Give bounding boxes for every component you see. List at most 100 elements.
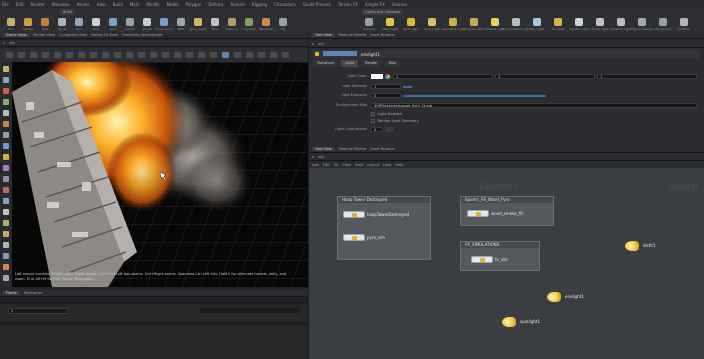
menu-item-texture[interactable]: Texture <box>230 2 245 7</box>
shelf-tool-circle[interactable]: Circle <box>123 18 137 32</box>
viewport-side-tool[interactable] <box>3 132 9 138</box>
network-editor[interactable]: Geometry Objects Hoop Tower Destroyed ho… <box>309 168 704 359</box>
shelf-tool-ambient-light[interactable]: Ambient Light <box>610 18 632 32</box>
tab-tools[interactable]: Tools <box>355 163 364 167</box>
viewport-side-tool[interactable] <box>3 165 9 171</box>
node-wood-smoke[interactable]: wood_smoke_fill <box>467 210 524 217</box>
menu-item-polygon[interactable]: Polygon <box>186 2 202 7</box>
shelf-tool-distant-light[interactable]: Distant Light <box>485 18 505 32</box>
viewport-tool-button[interactable] <box>210 52 217 58</box>
envmap-field[interactable]: $HIP/textures/sunset_field_2k.hdr <box>371 103 697 108</box>
light-enabled-checkbox[interactable]: ✓ <box>371 112 375 116</box>
shelf-tool-camera[interactable]: Camera <box>362 18 376 32</box>
viewport-tool-button[interactable] <box>246 52 253 58</box>
shelf-tool-spot-light[interactable]: Spot Light <box>403 18 419 32</box>
viewport-tool-button[interactable] <box>162 52 169 58</box>
shelf-tool-l-system[interactable]: L-System <box>242 18 256 32</box>
tab-add[interactable]: Add <box>312 163 319 167</box>
shelf-tab-right[interactable]: Lights and Cameras <box>362 9 403 15</box>
tab-geometry-spreadsheet[interactable]: Geometry Spreadsheet <box>122 33 163 37</box>
shelf-tool-gi-light[interactable]: GI Light <box>551 18 565 32</box>
param-section-light[interactable]: Light <box>341 60 359 67</box>
viewport-tool-button[interactable] <box>270 52 277 58</box>
menu-item-guide-process[interactable]: Guide Process <box>303 2 331 7</box>
viewport-tool-button[interactable] <box>18 52 25 58</box>
viewport-path[interactable]: obj <box>9 41 14 45</box>
menu-item-edit[interactable]: Edit <box>16 2 24 7</box>
intensity-slider-track[interactable] <box>403 86 695 88</box>
viewport-side-tool[interactable] <box>3 187 9 193</box>
tab-frame[interactable]: Frame <box>3 291 20 295</box>
node-distant-light[interactable]: distlt1 <box>625 241 656 251</box>
shelf-tool-curve[interactable]: Curve <box>140 18 154 32</box>
tab-tree-view[interactable]: Tree View <box>312 147 335 151</box>
shelf-tool-font[interactable]: Font <box>208 18 222 32</box>
shelf-tool-line[interactable]: Line <box>106 18 120 32</box>
node-spot-light[interactable]: spotlight1 <box>502 317 540 327</box>
viewport-tool-button[interactable] <box>6 52 13 58</box>
viewport-side-tool[interactable] <box>3 77 9 83</box>
viewport-tool-button[interactable] <box>78 52 85 58</box>
viewport-side-tool[interactable] <box>3 264 9 270</box>
shelf-tool-point-light[interactable]: Point Light <box>382 18 398 32</box>
tab-asset-browser[interactable]: Asset Browser <box>370 147 395 151</box>
shelf-tool-box[interactable]: Box <box>4 18 18 32</box>
shelf-tool-stereo-camera[interactable]: Stereo Camera <box>631 18 653 32</box>
shelf-tool-spray-paint[interactable]: Spray Paint <box>189 18 207 32</box>
light-color-g[interactable]: 1 <box>495 74 595 79</box>
shelf-tool-grid[interactable]: Grid <box>72 18 86 32</box>
shelf-tool-path[interactable]: Path <box>174 18 188 32</box>
node-name[interactable]: envlight1 <box>361 52 380 57</box>
menu-item-modify[interactable]: Modify <box>146 2 159 7</box>
intensity-field[interactable]: 1 <box>371 84 401 89</box>
menu-item-build[interactable]: Build <box>113 2 123 7</box>
node-fx-sim[interactable]: fx_sim <box>471 256 508 263</box>
viewport-side-tool[interactable] <box>3 110 9 116</box>
playbar[interactable] <box>0 298 308 304</box>
tab-material-palette[interactable]: Material Palette <box>339 147 366 151</box>
viewport-side-tool[interactable] <box>3 253 9 259</box>
tab-view[interactable]: View <box>342 163 350 167</box>
menu-item-render[interactable]: Render <box>30 2 44 7</box>
param-section-render[interactable]: Render <box>361 60 382 67</box>
tab-tree-view[interactable]: Tree View <box>312 33 335 37</box>
shelf-tool-metaball[interactable]: Metaball <box>259 18 273 32</box>
frame-range[interactable] <box>200 308 300 313</box>
shelf-tool-sky-light[interactable]: Sky Light <box>530 18 544 32</box>
viewport-tool-button[interactable] <box>258 52 265 58</box>
tab-scene-view[interactable]: Scene View <box>3 33 30 37</box>
viewport-tool-button[interactable] <box>114 52 121 58</box>
tab-layout[interactable]: Layout <box>367 163 379 167</box>
viewport-side-tool[interactable] <box>3 121 9 127</box>
viewport-tool-button[interactable] <box>30 52 37 58</box>
shelf-tool-file[interactable]: File <box>276 18 290 32</box>
shelf-tool-environment-light[interactable]: Environment Light <box>502 18 530 32</box>
viewport-side-tool[interactable] <box>3 198 9 204</box>
menu-item-help[interactable]: Help <box>97 2 106 7</box>
light-color-swatch[interactable] <box>371 74 383 79</box>
viewport-tool-button[interactable] <box>222 52 229 58</box>
sampling-menu-button[interactable] <box>385 127 393 132</box>
viewport-tool-button[interactable] <box>174 52 181 58</box>
menu-item-rigging[interactable]: Rigging <box>252 2 267 7</box>
viewport-tool-button[interactable] <box>234 52 241 58</box>
viewport-tool-button[interactable] <box>138 52 145 58</box>
3d-viewport[interactable] <box>12 62 308 287</box>
tab-render-view[interactable]: Render View <box>33 33 55 37</box>
timeline-scrub[interactable] <box>0 322 308 325</box>
menu-item-main[interactable]: Main <box>130 2 140 7</box>
shelf-tool-switcher[interactable]: Switcher <box>677 18 691 32</box>
tab-help[interactable]: Help <box>395 163 403 167</box>
viewport-side-tool[interactable] <box>3 143 9 149</box>
menu-item-deform[interactable]: Deform <box>208 2 223 7</box>
viewport-tool-button[interactable] <box>126 52 133 58</box>
tab-labs[interactable]: Labs <box>383 163 391 167</box>
tab-edit[interactable]: Edit <box>323 163 330 167</box>
render-geometry-checkbox[interactable]: ✓ <box>371 119 375 123</box>
viewport-tool-button[interactable] <box>150 52 157 58</box>
tab-material-palette[interactable]: Material Palette <box>339 33 366 37</box>
shelf-tab-left[interactable]: Build <box>60 9 75 15</box>
menu-item-file[interactable]: File <box>2 2 9 7</box>
shelf-tool-portal-light[interactable]: Portal Light <box>591 18 609 32</box>
light-color-b[interactable]: 1 <box>597 74 697 79</box>
